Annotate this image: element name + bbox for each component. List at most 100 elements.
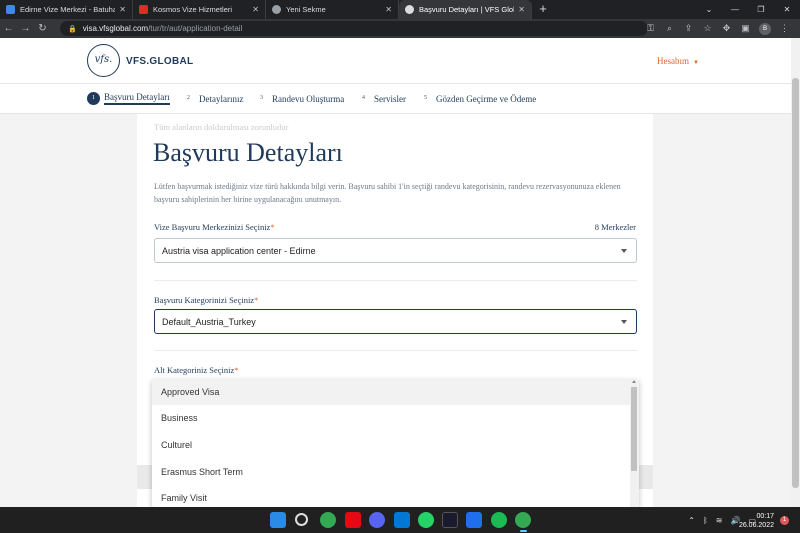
step-number: 2 — [187, 95, 190, 101]
browser-tab[interactable]: Edirne Vize Merkezi - Batuhan - C ✕ — [0, 0, 133, 19]
step-services[interactable]: 4 Servisler — [357, 92, 406, 105]
close-icon[interactable]: ✕ — [252, 5, 259, 14]
brand-name: VFS.GLOBAL — [126, 56, 194, 67]
docs-icon — [6, 5, 15, 14]
subcategory-dropdown-list: Approved Visa Business Culturel Erasmus … — [152, 379, 639, 507]
news-icon[interactable] — [466, 512, 482, 528]
dropdown-scrollbar[interactable] — [630, 379, 639, 507]
chevron-up-icon[interactable]: ⌃ — [688, 516, 695, 525]
profile-avatar[interactable]: B — [759, 22, 771, 35]
step-application-details[interactable]: 1 Başvuru Detayları — [87, 92, 170, 105]
account-label: Hesabım — [657, 56, 689, 66]
netflix-icon[interactable] — [345, 512, 361, 528]
taskbar: ⌃ ᛒ ≋ 🔊 ▭ 00:17 26.06.2022 1 — [0, 507, 800, 533]
store-icon[interactable] — [394, 512, 410, 528]
back-icon[interactable]: ← — [0, 23, 17, 34]
dropdown-option[interactable]: Approved Visa — [152, 379, 630, 405]
whatsapp-icon[interactable] — [418, 512, 434, 528]
category-select[interactable]: Default_Austria_Turkey — [154, 309, 637, 334]
close-icon[interactable]: ✕ — [385, 5, 392, 14]
step-number: 4 — [362, 95, 365, 101]
page-scrollbar[interactable] — [791, 38, 800, 507]
category-label: Başvuru Kategorinizi Seçiniz* — [154, 295, 258, 305]
clock-date: 26.06.2022 — [738, 522, 774, 529]
subcategory-label-text: Alt Kategoriniz Seçiniz — [154, 365, 235, 375]
required-mark: * — [254, 295, 259, 305]
vfs-logo[interactable]: vfs. — [87, 44, 120, 77]
progress-steps: 1 Başvuru Detayları 2 Detaylarınız 3 Ran… — [0, 84, 791, 114]
account-menu[interactable]: Hesabım ▼ — [657, 56, 699, 66]
subcategory-label: Alt Kategoriniz Seçiniz* — [154, 365, 239, 375]
extensions-icon[interactable]: ✥ — [717, 23, 736, 34]
restore-icon[interactable]: ❐ — [748, 5, 774, 14]
zoom-icon[interactable]: ⌕ — [660, 23, 679, 34]
page-title: Başvuru Detayları — [153, 138, 343, 167]
spotify-icon[interactable] — [491, 512, 507, 528]
new-tab-button[interactable]: + — [532, 0, 554, 19]
center-label: Vize Başvuru Merkezinizi Seçiniz* — [154, 222, 275, 232]
windows-start-icon[interactable] — [270, 512, 286, 528]
browser-tab-active[interactable]: Başvuru Detayları | VFS Global ✕ — [399, 0, 532, 19]
close-icon[interactable]: ✕ — [518, 5, 525, 14]
divider — [154, 350, 637, 351]
caret-down-icon: ▼ — [693, 60, 699, 66]
reload-icon[interactable]: ↻ — [34, 23, 51, 34]
bluetooth-icon[interactable]: ᛒ — [703, 516, 708, 525]
tab-title: Başvuru Detayları | VFS Global — [419, 5, 515, 14]
clock[interactable]: 00:17 26.06.2022 — [739, 512, 774, 530]
bookmark-star-icon[interactable]: ☆ — [698, 23, 717, 34]
dropdown-option[interactable]: Family Visit — [152, 485, 630, 507]
wifi-icon[interactable]: ≋ — [716, 516, 723, 525]
app-icon[interactable] — [442, 512, 458, 528]
url-host: visa.vfsglobal.com — [82, 24, 149, 33]
required-mark: * — [270, 222, 275, 232]
dropdown-option[interactable]: Business — [152, 405, 630, 431]
step-number: 5 — [424, 95, 427, 101]
divider — [154, 280, 637, 281]
web-page: vfs. VFS.GLOBAL Hesabım ▼ 1 Başvuru Detay… — [0, 38, 800, 507]
forward-icon[interactable]: → — [17, 23, 34, 34]
browser-toolbar: ← → ↻ 🔒 visa.vfsglobal.com/tur/tr/aut/ap… — [0, 19, 800, 38]
center-select[interactable]: Austria visa application center - Edirne — [154, 238, 637, 263]
key-icon[interactable]: ⚿ — [641, 23, 660, 34]
close-icon[interactable]: ✕ — [119, 5, 126, 14]
page-scrollbar-thumb[interactable] — [792, 78, 799, 488]
step-review-payment[interactable]: 5 Gözden Geçirme ve Ödeme — [419, 92, 536, 105]
tab-search-icon[interactable]: ⌄ — [696, 5, 722, 14]
dropdown-arrow-icon — [621, 249, 627, 253]
minimize-icon[interactable]: — — [722, 5, 748, 14]
window-controls: ⌄ — ❐ ✕ — [696, 0, 800, 19]
dropdown-option[interactable]: Erasmus Short Term — [152, 459, 630, 485]
address-bar[interactable]: 🔒 visa.vfsglobal.com/tur/tr/aut/applicat… — [60, 21, 648, 36]
sidepanel-icon[interactable]: ▣ — [736, 23, 755, 34]
step-number: 1 — [87, 92, 100, 105]
center-label-text: Vize Başvuru Merkezinizi Seçiniz — [154, 222, 271, 232]
globe-icon — [405, 5, 414, 14]
step-label: Gözden Geçirme ve Ödeme — [436, 93, 537, 104]
scrollbar-thumb[interactable] — [631, 387, 637, 471]
toolbar-icons: ⚿ ⌕ ⇪ ☆ ✥ ▣ B ⋮ — [641, 19, 794, 38]
chrome-icon — [272, 5, 281, 14]
lock-icon[interactable]: 🔒 — [68, 25, 77, 33]
search-icon[interactable] — [295, 513, 308, 526]
notification-badge[interactable]: 1 — [780, 516, 789, 525]
browser-tab[interactable]: Kosmos Vize Hizmetleri ✕ — [133, 0, 266, 19]
dropdown-option[interactable]: Culturel — [152, 432, 630, 458]
menu-dots-icon[interactable]: ⋮ — [775, 23, 794, 34]
chrome-icon[interactable] — [320, 512, 336, 528]
clock-time: 00:17 — [756, 513, 774, 520]
step-appointment[interactable]: 3 Randevu Oluşturma — [255, 92, 344, 105]
discord-icon[interactable] — [369, 512, 385, 528]
step-label: Detaylarınız — [199, 93, 244, 104]
tab-title: Kosmos Vize Hizmetleri — [153, 5, 233, 14]
center-select-value: Austria visa application center - Edirne — [162, 245, 316, 256]
step-your-details[interactable]: 2 Detaylarınız — [182, 92, 243, 105]
close-window-icon[interactable]: ✕ — [774, 5, 800, 14]
share-icon[interactable]: ⇪ — [679, 23, 698, 34]
browser-tab[interactable]: Yeni Sekme ✕ — [266, 0, 399, 19]
scroll-up-icon[interactable] — [632, 380, 636, 383]
site-icon — [139, 5, 148, 14]
browser-tab-strip: Edirne Vize Merkezi - Batuhan - C ✕ Kosm… — [0, 0, 800, 19]
chrome-active-icon[interactable] — [515, 512, 531, 528]
tab-title: Edirne Vize Merkezi - Batuhan - C — [20, 5, 116, 14]
